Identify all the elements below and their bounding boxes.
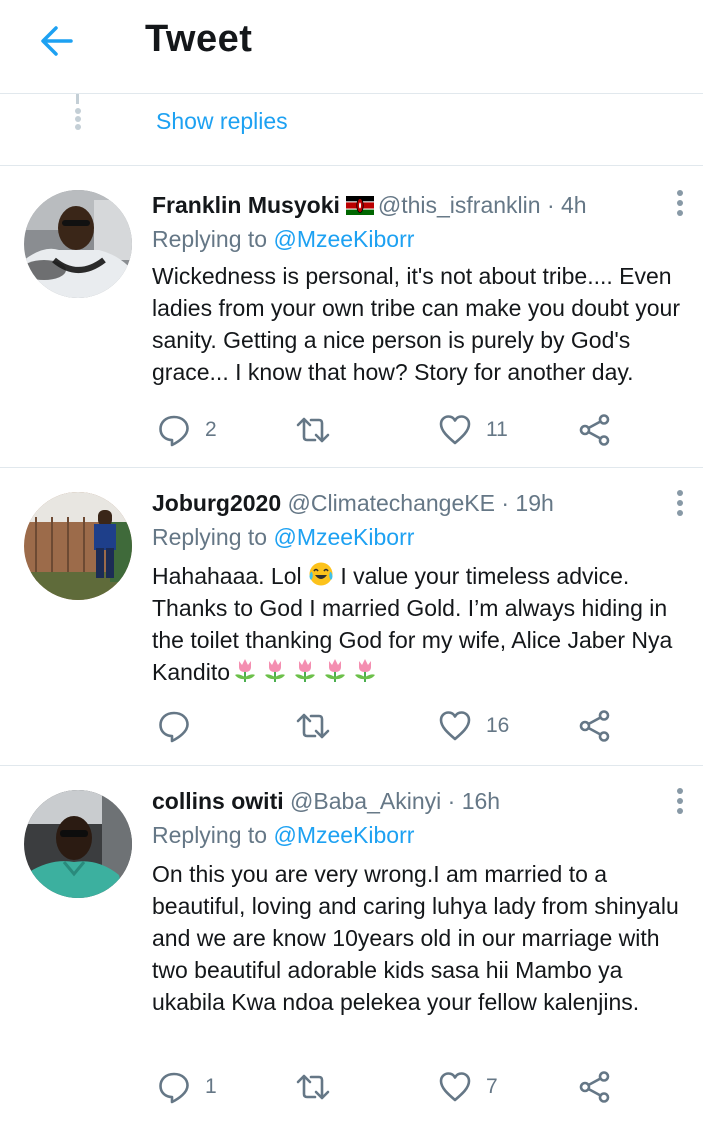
page-title: Tweet	[145, 18, 253, 60]
tulip-emoji-icon	[325, 659, 346, 682]
tulip-emojis	[230, 659, 380, 685]
like-count: 11	[486, 418, 508, 441]
like-count: 16	[486, 714, 510, 737]
handle[interactable]: @Baba_Akinyi	[290, 788, 441, 814]
share-button[interactable]	[578, 708, 612, 744]
reply-button[interactable]: 2	[157, 412, 217, 448]
tulip-emoji-icon	[355, 659, 376, 682]
heart-icon	[439, 1072, 471, 1102]
like-button[interactable]: 16	[438, 708, 509, 744]
retweet-icon	[296, 713, 330, 739]
replying-to: Replying to @MzeeKiborr	[152, 822, 415, 848]
like-button[interactable]: 11	[438, 412, 508, 448]
avatar[interactable]	[24, 190, 132, 298]
more-options-icon[interactable]	[670, 188, 690, 218]
retweet-icon	[296, 1074, 330, 1100]
tweet-header: Joburg2020 @ClimatechangeKE · 19h	[152, 490, 554, 516]
reply-mention-link[interactable]: @MzeeKiborr	[273, 822, 414, 848]
tears-of-joy-emoji-icon	[309, 562, 333, 586]
share-icon	[579, 1071, 610, 1103]
tweet-text: On this you are very wrong.I am married …	[152, 861, 679, 1015]
tweet-item[interactable]: Franklin Musyoki @this_isfranklin · 4h R…	[0, 166, 703, 468]
replying-to: Replying to @MzeeKiborr	[152, 226, 415, 252]
more-options-icon[interactable]	[670, 488, 690, 518]
timestamp[interactable]: 19h	[515, 490, 553, 516]
tulip-emoji-icon	[235, 659, 256, 682]
timestamp[interactable]: 16h	[462, 788, 500, 814]
retweet-button[interactable]	[296, 1069, 344, 1105]
top-bar: Tweet	[0, 0, 703, 94]
retweet-button[interactable]	[296, 412, 344, 448]
tweet-header: collins owiti @Baba_Akinyi · 16h	[152, 788, 501, 814]
tweet-item[interactable]: Joburg2020 @ClimatechangeKE · 19h Replyi…	[0, 468, 703, 766]
display-name[interactable]: collins owiti	[152, 788, 284, 814]
show-replies-link[interactable]: Show replies	[156, 108, 288, 135]
share-button[interactable]	[578, 1069, 612, 1105]
reply-icon	[159, 711, 189, 743]
tweet-text: Hahahaaa. Lol I value your timeless advi…	[152, 562, 673, 685]
heart-icon	[439, 415, 471, 445]
kenya-flag-icon	[345, 196, 374, 215]
replying-to: Replying to @MzeeKiborr	[152, 524, 415, 550]
timestamp[interactable]: 4h	[561, 192, 587, 218]
reply-button[interactable]: 1	[157, 1069, 217, 1105]
like-button[interactable]: 7	[438, 1069, 498, 1105]
tulip-emoji-icon	[265, 659, 286, 682]
avatar[interactable]	[24, 790, 132, 898]
retweet-button[interactable]	[296, 708, 344, 744]
heart-icon	[439, 711, 471, 741]
avatar[interactable]	[24, 492, 132, 600]
reply-mention-link[interactable]: @MzeeKiborr	[273, 524, 414, 550]
retweet-icon	[296, 417, 330, 443]
display-name[interactable]: Franklin Musyoki	[152, 192, 340, 218]
tulip-emoji-icon	[295, 659, 316, 682]
thread-show-replies-row: Show replies	[0, 94, 703, 166]
handle[interactable]: @ClimatechangeKE	[288, 490, 495, 516]
reply-button[interactable]	[157, 708, 205, 744]
reply-icon	[159, 1072, 189, 1104]
share-icon	[579, 414, 610, 446]
back-arrow-icon[interactable]	[38, 22, 76, 60]
display-name[interactable]: Joburg2020	[152, 490, 281, 516]
more-options-icon[interactable]	[670, 786, 690, 816]
reply-count: 1	[205, 1075, 217, 1098]
reply-icon	[159, 415, 189, 447]
reply-mention-link[interactable]: @MzeeKiborr	[273, 226, 414, 252]
tweet-item[interactable]: collins owiti @Baba_Akinyi · 16h Replyin…	[0, 766, 703, 1125]
handle[interactable]: @this_isfranklin	[378, 192, 541, 218]
like-count: 7	[486, 1075, 498, 1098]
tweet-text: Wickedness is personal, it's not about t…	[152, 263, 680, 385]
reply-count: 2	[205, 418, 217, 441]
thread-dots-icon	[73, 94, 83, 134]
share-button[interactable]	[578, 412, 612, 448]
share-icon	[579, 710, 610, 742]
tweet-header: Franklin Musyoki @this_isfranklin · 4h	[152, 192, 587, 218]
